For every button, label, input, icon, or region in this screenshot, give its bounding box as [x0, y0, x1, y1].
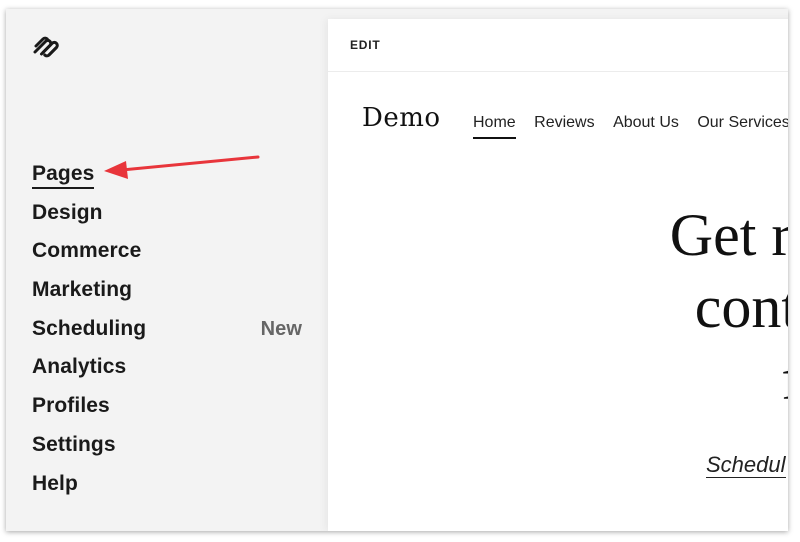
sidebar-item-label: Analytics: [32, 355, 127, 379]
sidebar-item-help[interactable]: Help: [32, 465, 302, 504]
squarespace-logo-icon[interactable]: [32, 35, 60, 59]
hero-line: contr: [694, 274, 788, 340]
site-nav-reviews[interactable]: Reviews: [534, 114, 594, 137]
sidebar-item-label: Help: [32, 471, 78, 495]
edit-button[interactable]: EDIT: [350, 38, 381, 52]
sidebar-item-settings[interactable]: Settings: [32, 426, 302, 465]
sidebar-item-commerce[interactable]: Commerce: [32, 232, 302, 271]
app-window: Pages Design Commerce Marketing Scheduli…: [6, 9, 788, 531]
site-nav-about-us[interactable]: About Us: [613, 114, 679, 137]
sidebar-item-label: Settings: [32, 432, 116, 456]
hero-heading: Get re contr fi: [670, 199, 788, 415]
site-preview: EDIT Demo Home Reviews About Us Our Serv…: [328, 19, 788, 531]
site-nav-our-services[interactable]: Our Services: [697, 114, 788, 137]
sidebar-item-label: Profiles: [32, 394, 110, 418]
sidebar-nav: Pages Design Commerce Marketing Scheduli…: [32, 155, 302, 503]
annotation-arrow-icon: [104, 155, 260, 179]
hero-line: Get re: [669, 202, 788, 268]
sidebar-item-label: Design: [32, 200, 103, 224]
sidebar-item-label: Pages: [32, 161, 95, 189]
sidebar-item-scheduling[interactable]: Scheduling New: [32, 310, 302, 349]
sidebar-item-design[interactable]: Design: [32, 194, 302, 233]
site-title[interactable]: Demo: [362, 103, 441, 133]
edit-bar: EDIT: [328, 19, 788, 72]
site-nav: Home Reviews About Us Our Services: [473, 114, 788, 139]
schedule-link[interactable]: Schedul: [706, 453, 786, 478]
sidebar-item-label: Scheduling: [32, 316, 147, 340]
new-badge: New: [260, 317, 302, 340]
sidebar-item-label: Marketing: [32, 278, 133, 302]
sidebar-item-profiles[interactable]: Profiles: [32, 387, 302, 426]
sidebar-item-label: Commerce: [32, 239, 142, 263]
hero-line: fi: [670, 343, 788, 415]
sidebar-item-analytics[interactable]: Analytics: [32, 348, 302, 387]
site-nav-home[interactable]: Home: [473, 114, 516, 139]
sidebar-item-marketing[interactable]: Marketing: [32, 271, 302, 310]
